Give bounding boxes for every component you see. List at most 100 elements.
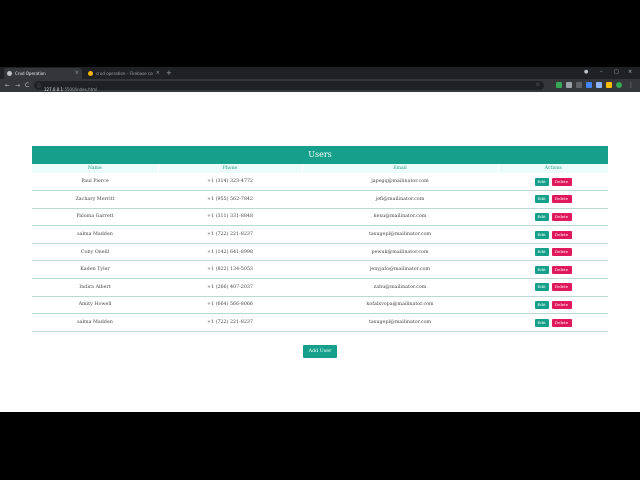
user-name: Coby Oneill — [32, 243, 158, 262]
table-row: salma Madden +1 (722) 221-8237 taxugepl@ma… — [32, 225, 608, 244]
user-email: kofalxvopa@mailinator.com — [302, 296, 498, 315]
row-actions: Edit Delete — [498, 173, 608, 192]
action-buttons: Edit Delete — [498, 230, 608, 239]
user-email: japegq@mailinator.com — [302, 173, 498, 192]
add-user-button[interactable]: Add User — [303, 345, 337, 358]
action-buttons: Edit Delete — [498, 212, 608, 221]
browser-chrome: Crud Operation × crud operation – Fireba… — [0, 67, 640, 92]
edit-button[interactable]: Edit — [534, 265, 549, 274]
user-phone: +1 (955) 562-7842 — [158, 190, 302, 209]
info-icon[interactable]: ⓘ — [37, 83, 41, 89]
column-header-email: Email — [301, 164, 498, 173]
user-email: jefi@mailinator.com — [302, 190, 498, 209]
new-tab-button[interactable]: + — [166, 68, 172, 78]
delete-button[interactable]: Delete — [551, 300, 572, 309]
row-actions: Edit Delete — [498, 278, 608, 297]
tab-title: crud operation – Firebase conso… — [96, 71, 153, 76]
edit-button[interactable]: Edit — [534, 248, 549, 257]
user-email: pewuk@mailinator.com — [302, 243, 498, 262]
column-header-phone: Phone — [157, 164, 302, 173]
user-email: taxugepl@mailinator.com — [302, 313, 498, 332]
edit-button[interactable]: Edit — [534, 212, 549, 221]
user-email: taxugepl@mailinator.com — [302, 225, 498, 244]
extension-icon[interactable] — [586, 82, 592, 88]
delete-button[interactable]: Delete — [551, 283, 572, 292]
user-phone: +1 (314) 323-4772 — [158, 173, 302, 192]
table-row: Zachary Merritt +1 (955) 562-7842 jefi@mai… — [32, 190, 608, 209]
row-actions: Edit Delete — [498, 190, 608, 209]
edit-button[interactable]: Edit — [534, 230, 549, 239]
edit-button[interactable]: Edit — [534, 283, 549, 292]
minimize-button[interactable]: – — [600, 67, 603, 78]
action-buttons: Edit Delete — [498, 177, 608, 186]
delete-button[interactable]: Delete — [551, 248, 572, 257]
close-tab-icon[interactable]: × — [156, 71, 160, 76]
table-row: Amity Howell +1 (664) 566-8066 kofalxvopa@… — [32, 296, 608, 315]
row-actions: Edit Delete — [498, 313, 608, 332]
extension-icon[interactable] — [566, 82, 572, 88]
row-actions: Edit Delete — [498, 260, 608, 280]
delete-button[interactable]: Delete — [551, 230, 572, 239]
user-name: salma Madden — [32, 313, 158, 332]
extension-icon[interactable] — [606, 82, 612, 88]
extension-icon[interactable] — [556, 82, 562, 88]
maximize-button[interactable]: □ — [614, 67, 619, 78]
user-phone: +1 (266) 407-2037 — [158, 278, 302, 297]
close-window-button[interactable]: × — [628, 67, 632, 78]
users-header: Users — [32, 146, 608, 164]
column-header-name: Name — [32, 164, 158, 173]
row-actions: Edit Delete — [498, 243, 608, 262]
user-name: Amity Howell — [32, 296, 158, 315]
delete-button[interactable]: Delete — [551, 318, 572, 327]
screen: Crud Operation × crud operation – Fireba… — [0, 0, 640, 480]
users-table: Name Phone Email Actions Paul Pierce +1 (… — [32, 164, 608, 332]
table-row: Kaden Tyler +1 (822) 134-5053 jenyjafo@mai… — [32, 260, 608, 280]
bookmark-star-icon[interactable]: ☆ — [536, 81, 540, 90]
user-phone: +1 (822) 134-5053 — [158, 260, 302, 280]
action-buttons: Edit Delete — [498, 195, 608, 204]
action-buttons: Edit Delete — [498, 265, 608, 274]
edit-button[interactable]: Edit — [534, 300, 549, 309]
user-phone: +1 (722) 221-8237 — [158, 225, 302, 244]
action-buttons: Edit Delete — [498, 300, 608, 309]
action-buttons: Edit Delete — [498, 318, 608, 327]
extension-icon[interactable] — [576, 82, 582, 88]
user-email: jenyjafo@mailinator.com — [302, 260, 498, 280]
table-row: Coby Oneill +1 (142) 641-8998 pewuk@mailin… — [32, 243, 608, 262]
delete-button[interactable]: Delete — [551, 177, 572, 186]
menu-icon[interactable]: ⋮ — [628, 81, 634, 90]
delete-button[interactable]: Delete — [551, 195, 572, 204]
edit-button[interactable]: Edit — [534, 318, 549, 327]
user-phone: +1 (311) 331-8848 — [158, 208, 302, 227]
user-email: zahu@mailinator.com — [302, 278, 498, 297]
extension-icon[interactable] — [596, 82, 602, 88]
edit-button[interactable]: Edit — [534, 177, 549, 186]
browser-toolbar: ← → C ⓘ 127.0.0.1:5500/index.html ☆ ⋮ — [0, 79, 640, 92]
row-actions: Edit Delete — [498, 296, 608, 315]
table-row: Paloma Garrett +1 (311) 331-8848 kexu@mail… — [32, 208, 608, 227]
user-name: Zachary Merritt — [32, 190, 158, 209]
action-buttons: Edit Delete — [498, 283, 608, 292]
user-phone: +1 (142) 641-8998 — [158, 243, 302, 262]
delete-button[interactable]: Delete — [551, 265, 572, 274]
page: Users Name Phone Email Actions Paul Pier… — [0, 92, 640, 412]
reload-icon[interactable]: C — [25, 81, 29, 90]
user-name: Paul Pierce — [32, 173, 158, 192]
delete-button[interactable]: Delete — [551, 212, 572, 221]
table-row: Indira Albert +1 (266) 407-2037 zahu@maili… — [32, 278, 608, 297]
action-buttons: Edit Delete — [498, 248, 608, 257]
users-table-body: Paul Pierce +1 (314) 323-4772 japegq@maili… — [32, 173, 608, 332]
user-phone: +1 (664) 566-8066 — [158, 296, 302, 315]
user-name: salma Madden — [32, 225, 158, 244]
row-actions: Edit Delete — [498, 208, 608, 227]
profile-avatar[interactable] — [616, 82, 622, 88]
back-icon[interactable]: ← — [5, 81, 10, 90]
table-header-row: Name Phone Email Actions — [32, 164, 608, 173]
profile-icon[interactable]: ● — [584, 67, 588, 78]
user-name: Indira Albert — [32, 278, 158, 297]
edit-button[interactable]: Edit — [534, 195, 549, 204]
user-email: kexu@mailinator.com — [302, 208, 498, 227]
address-bar[interactable]: ⓘ 127.0.0.1:5500/index.html ☆ — [34, 81, 544, 92]
row-actions: Edit Delete — [498, 225, 608, 244]
forward-icon[interactable]: → — [15, 81, 20, 90]
